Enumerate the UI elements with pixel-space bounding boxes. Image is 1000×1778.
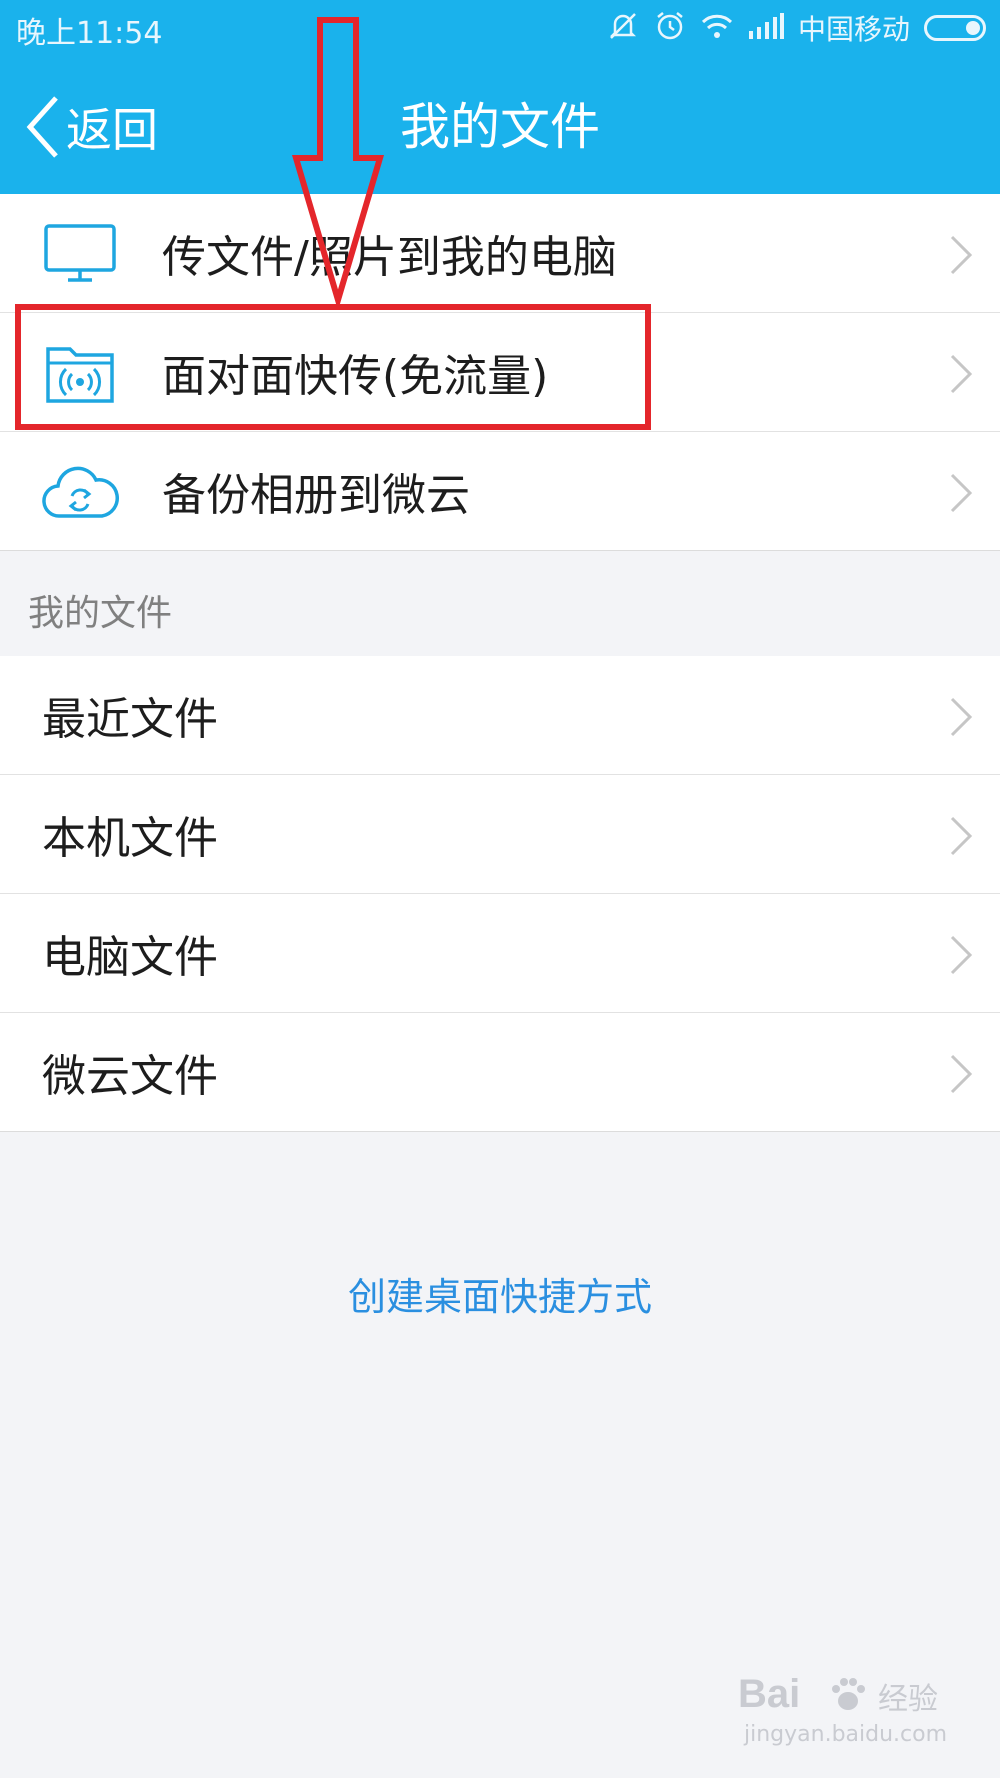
cloud-sync-icon <box>42 466 119 518</box>
alarm-icon <box>654 10 686 46</box>
chevron-right-icon <box>950 235 973 275</box>
section-title: 我的文件 <box>28 593 173 634</box>
status-time: 晚上11:54 <box>16 16 163 51</box>
watermark-logo: Bai <box>738 1672 801 1716</box>
annotation-highlight-box <box>15 304 651 430</box>
watermark: Bai 经验 jingyan.baidu.com <box>738 1672 948 1752</box>
watermark-jingyan: 经验 <box>878 1682 938 1717</box>
top-bar: 晚上11:54 中国移动 返回 我的文件 <box>0 0 1000 194</box>
row-label: 电脑文件 <box>42 932 218 983</box>
row-recent-files[interactable]: 最近文件 <box>0 656 1000 775</box>
chevron-right-icon <box>950 935 973 975</box>
chevron-right-icon <box>950 697 973 737</box>
signal-icon <box>748 13 784 43</box>
chevron-right-icon <box>950 1054 973 1094</box>
carrier-name: 中国移动 <box>797 13 910 46</box>
battery-icon <box>924 15 986 41</box>
chevron-right-icon <box>950 473 973 513</box>
watermark-url: jingyan.baidu.com <box>744 1722 948 1747</box>
row-backup-album[interactable]: 备份相册到微云 <box>0 432 1000 551</box>
row-label: 传文件/照片到我的电脑 <box>162 232 617 283</box>
wifi-icon <box>700 12 734 44</box>
row-label: 本机文件 <box>42 813 218 864</box>
annotation-arrow-icon <box>291 17 385 306</box>
row-label: 备份相册到微云 <box>162 470 470 521</box>
page-title: 我的文件 <box>400 98 600 156</box>
screen: 晚上11:54 中国移动 返回 我的文件 传文件/照片到我的电脑 面对面快传(免… <box>0 0 1000 1778</box>
mute-icon <box>606 9 640 47</box>
section-header: 我的文件 <box>0 554 1000 656</box>
row-send-to-computer[interactable]: 传文件/照片到我的电脑 <box>0 194 1000 313</box>
row-label: 微云文件 <box>42 1051 218 1102</box>
chevron-right-icon <box>950 816 973 856</box>
create-shortcut-link[interactable]: 创建桌面快捷方式 <box>0 1266 1000 1321</box>
row-weiyun-files[interactable]: 微云文件 <box>0 1013 1000 1132</box>
row-label: 最近文件 <box>42 694 218 745</box>
row-local-files[interactable]: 本机文件 <box>0 775 1000 894</box>
chevron-right-icon <box>950 354 973 394</box>
status-icons: 中国移动 <box>606 8 986 48</box>
paw-icon <box>832 1678 865 1710</box>
row-computer-files[interactable]: 电脑文件 <box>0 894 1000 1013</box>
monitor-icon <box>44 224 116 282</box>
files-list: 最近文件 本机文件 电脑文件 微云文件 <box>0 656 1000 1132</box>
